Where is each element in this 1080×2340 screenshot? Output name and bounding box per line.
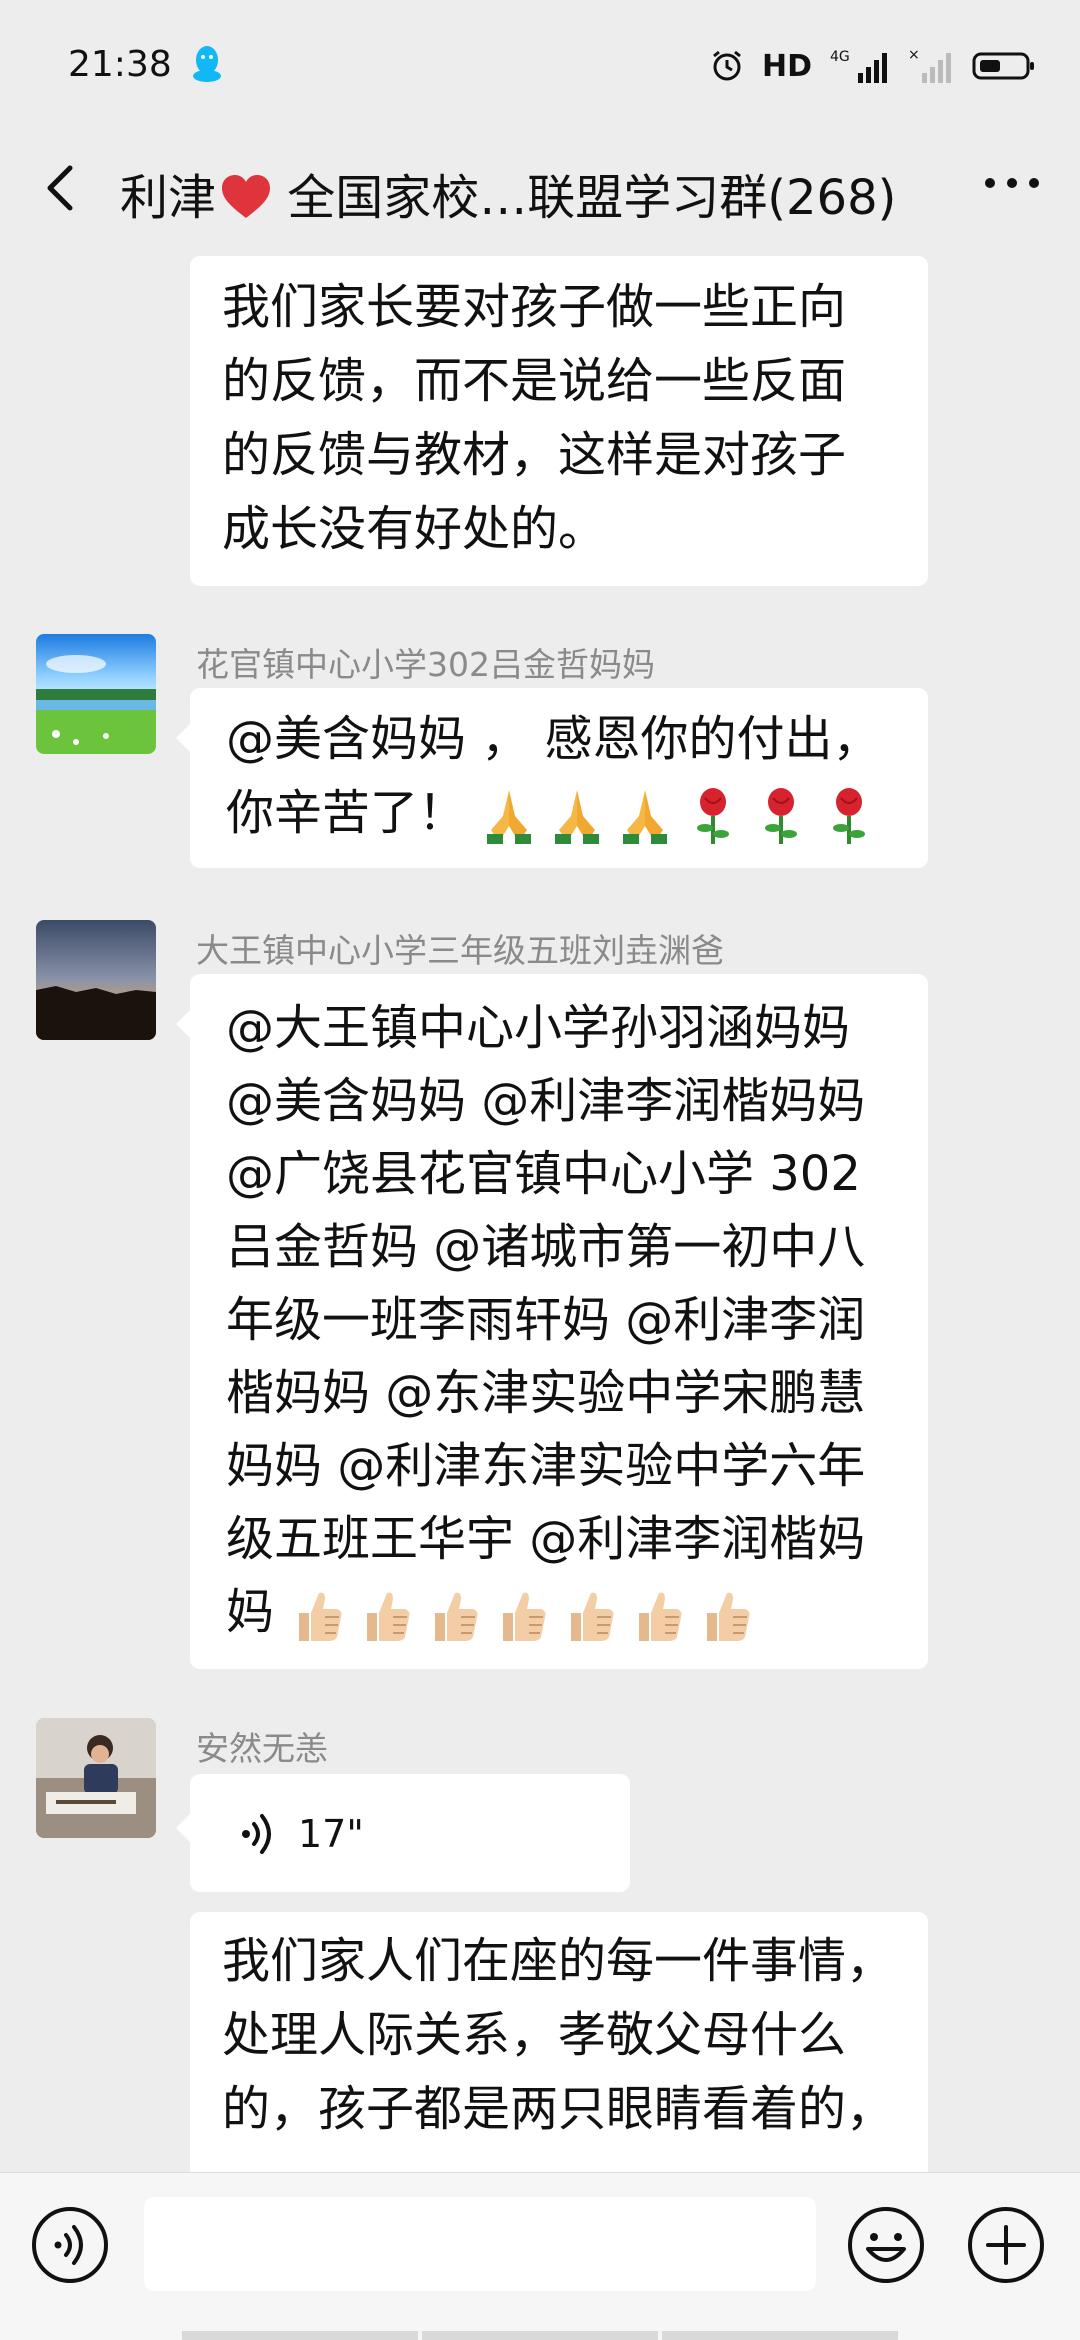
message-line: @大王镇中心小学孙羽涵妈妈 xyxy=(226,1000,851,1056)
message-line: 妈妈 @利津东津实验中学六年 xyxy=(226,1438,866,1494)
sender-name: 花官镇中心小学302吕金哲妈妈 xyxy=(196,645,655,684)
avatar-landscape-image xyxy=(36,634,156,754)
gesture-bar xyxy=(180,2331,900,2340)
avatar[interactable] xyxy=(36,634,156,754)
thumbs-up-emoji-icon xyxy=(707,1592,750,1641)
status-bar: 21:38 HD 4G × xyxy=(0,0,1080,132)
message-line: 成长没有好处的。 xyxy=(222,501,607,557)
chat-header: 利津 全国家校…联盟学习群(268) xyxy=(0,132,1080,240)
qq-icon xyxy=(193,46,221,82)
message-bubble[interactable]: @美含妈妈 ， 感恩你的付出， 你辛苦了！ xyxy=(176,688,928,868)
avatar[interactable] xyxy=(36,1718,156,1838)
network-label: 4G xyxy=(830,49,850,65)
thumbs-up-emoji-icon xyxy=(639,1592,682,1641)
voice-duration: 17" xyxy=(298,1812,364,1856)
status-time: 21:38 xyxy=(68,44,172,85)
hd-label: HD xyxy=(761,48,812,84)
rose-emoji-icon xyxy=(765,788,798,844)
avatar[interactable] xyxy=(36,920,156,1040)
voice-wave-icon xyxy=(242,1814,271,1854)
emoji-icon[interactable] xyxy=(846,2205,926,2285)
battery-icon xyxy=(972,52,1034,80)
thumbs-up-emoji-icon xyxy=(571,1592,614,1641)
message-line: 你辛苦了！ xyxy=(226,776,892,850)
plus-icon[interactable] xyxy=(966,2205,1046,2285)
voice-message-bubble[interactable]: 17" xyxy=(176,1774,630,1892)
message-line: @广饶县花官镇中心小学 302 xyxy=(226,1146,861,1202)
voice-mode-icon[interactable] xyxy=(30,2205,110,2285)
message-line: 的，孩子都是两只眼睛看着的， xyxy=(222,2081,895,2137)
message-line: 我们家长要对孩子做一些正向 xyxy=(222,279,847,335)
message-line: 处理人际关系，孝敬父母什么 xyxy=(222,2007,847,2063)
signal-icon: 4G xyxy=(830,49,887,83)
message-line: 级五班王华宇 @利津李润楷妈 xyxy=(226,1511,866,1567)
input-bar xyxy=(0,2172,1080,2340)
avatar-sunset-image xyxy=(36,920,156,1040)
pray-emoji-icon xyxy=(623,790,668,844)
message-list[interactable]: 我们家长要对孩子做一些正向 的反馈，而不是说给一些反面 的反馈与教材，这样是对孩… xyxy=(0,240,1080,2172)
alarm-icon xyxy=(713,50,741,81)
page-title: 利津 全国家校…联盟学习群(268) xyxy=(120,158,896,228)
sender-name: 大王镇中心小学三年级五班刘垚渊爸 xyxy=(196,931,724,970)
message-bubble[interactable]: @大王镇中心小学孙羽涵妈妈 @美含妈妈 @利津李润楷妈妈 @广饶县花官镇中心小学… xyxy=(176,974,928,1669)
message-line: @美含妈妈 ， 感恩你的付出， xyxy=(226,711,881,767)
message-line: 的反馈与教材，这样是对孩子 xyxy=(222,427,847,483)
title-prefix: 利津 xyxy=(120,170,217,226)
message-line: @美含妈妈 @利津李润楷妈妈 xyxy=(226,1073,866,1129)
message-bubble[interactable]: 我们家人们在座的每一件事情， 处理人际关系，孝敬父母什么 的，孩子都是两只眼睛看… xyxy=(190,1912,928,2172)
message-bubble[interactable]: 我们家长要对孩子做一些正向 的反馈，而不是说给一些反面 的反馈与教材，这样是对孩… xyxy=(190,256,928,586)
message-line: 我们家人们在座的每一件事情， xyxy=(222,1933,895,1989)
message-line: 年级一班李雨轩妈 @利津李润 xyxy=(226,1292,866,1348)
message-line: 吕金哲妈 @诸城市第一初中八 xyxy=(226,1219,866,1275)
pray-emoji-icon xyxy=(487,790,532,844)
rose-emoji-icon xyxy=(697,788,730,844)
back-icon[interactable] xyxy=(40,162,80,214)
thumbs-up-emoji-icon xyxy=(435,1592,478,1641)
thumbs-up-emoji-icon xyxy=(299,1592,342,1641)
pray-emoji-icon xyxy=(555,790,600,844)
message-text: 妈 xyxy=(226,1584,275,1640)
signal-2-icon: × xyxy=(908,47,951,83)
thumbs-up-emoji-icon xyxy=(503,1592,546,1641)
message-text: 你辛苦了！ xyxy=(226,785,467,841)
message-line: 的反馈，而不是说给一些反面 xyxy=(222,353,847,409)
title-suffix: 全国家校…联盟学习群(268) xyxy=(272,170,897,226)
message-line: 楷妈妈 @东津实验中学宋鹏慧 xyxy=(226,1365,866,1421)
status-icons: HD 4G × xyxy=(710,44,1036,88)
rose-emoji-icon xyxy=(833,788,866,844)
svg-text:×: × xyxy=(908,47,920,63)
avatar-child-image xyxy=(36,1718,156,1838)
heart-icon xyxy=(222,175,271,218)
message-line: 妈 xyxy=(226,1576,892,1649)
more-icon[interactable] xyxy=(982,168,1042,198)
message-input[interactable] xyxy=(144,2197,816,2291)
thumbs-up-emoji-icon xyxy=(367,1592,410,1641)
sender-name: 安然无恙 xyxy=(196,1729,328,1768)
